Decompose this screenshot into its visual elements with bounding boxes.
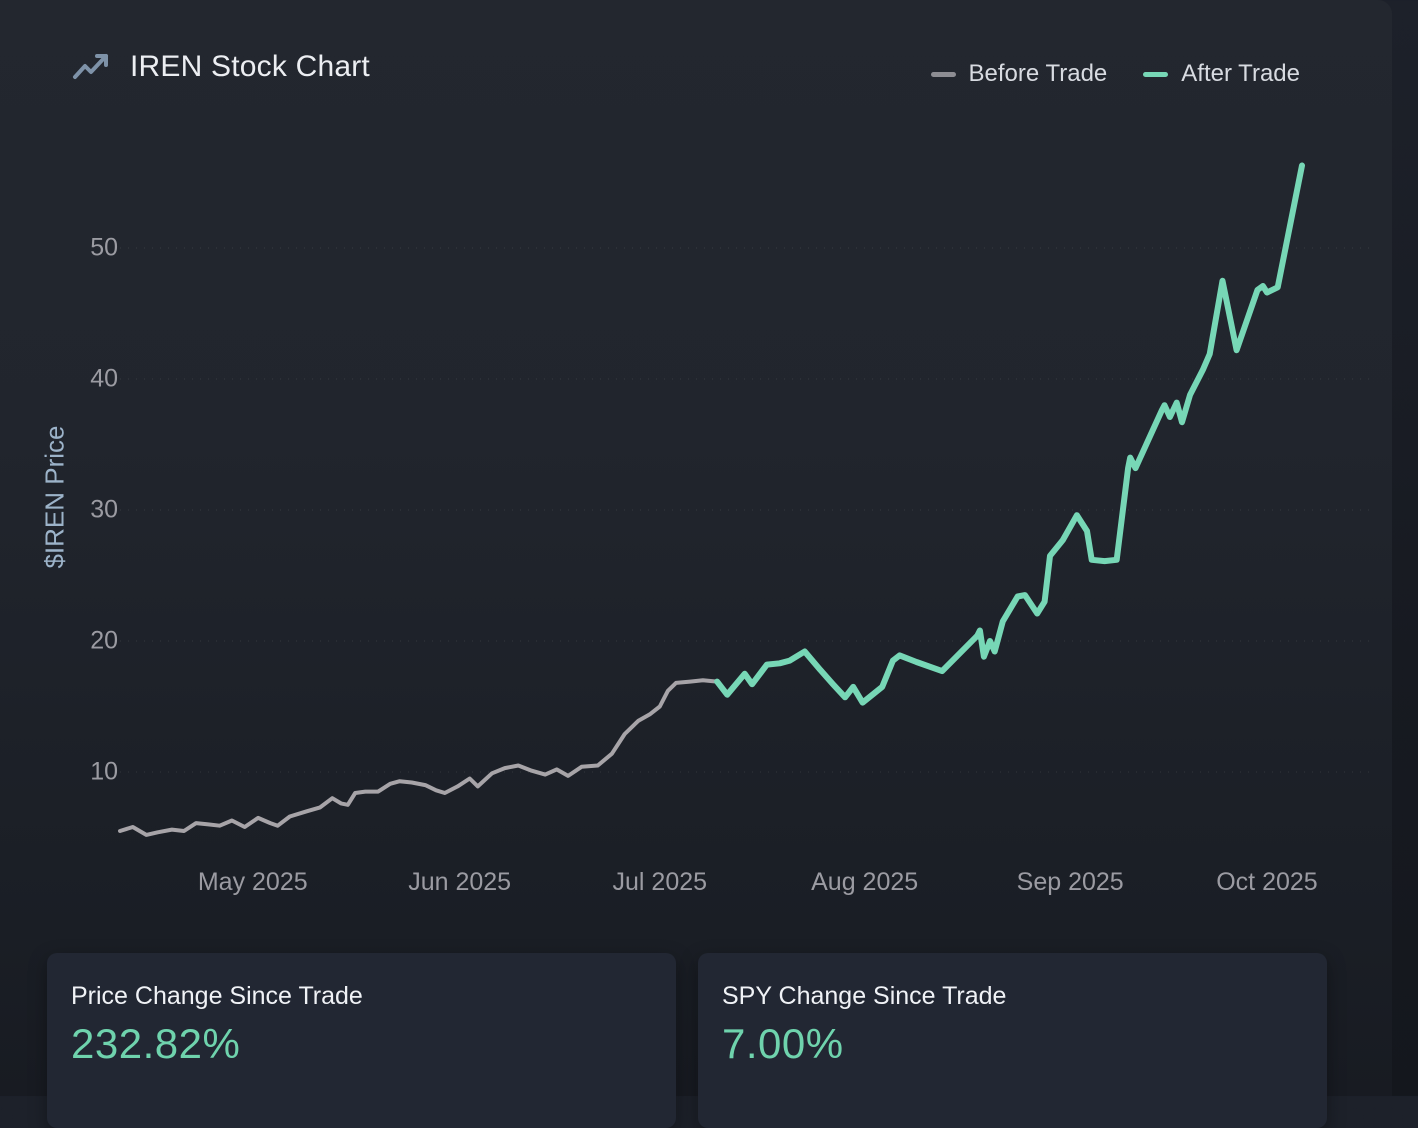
y-tick: 40 [0, 365, 118, 394]
after-trade-line [717, 166, 1302, 703]
y-tick: 30 [0, 496, 118, 525]
stat-label: SPY Change Since Trade [722, 982, 1299, 1011]
chart-plot[interactable] [0, 0, 1392, 940]
x-tick: May 2025 [198, 868, 308, 897]
x-tick: Jul 2025 [613, 868, 708, 897]
x-tick: Jun 2025 [408, 868, 511, 897]
spy-change-value: 7.00% [722, 1020, 1299, 1068]
y-tick: 50 [0, 234, 118, 263]
stat-label: Price Change Since Trade [71, 982, 648, 1011]
x-tick: Aug 2025 [811, 868, 918, 897]
y-tick: 10 [0, 758, 118, 787]
x-tick: Oct 2025 [1216, 868, 1317, 897]
y-tick: 20 [0, 627, 118, 656]
spy-change-card: SPY Change Since Trade 7.00% [698, 953, 1327, 1128]
price-change-card: Price Change Since Trade 232.82% [47, 953, 676, 1128]
x-tick: Sep 2025 [1017, 868, 1124, 897]
before-trade-line [120, 680, 717, 835]
chart-card: IREN Stock Chart Before Trade After Trad… [0, 0, 1392, 1096]
price-change-value: 232.82% [71, 1020, 648, 1068]
